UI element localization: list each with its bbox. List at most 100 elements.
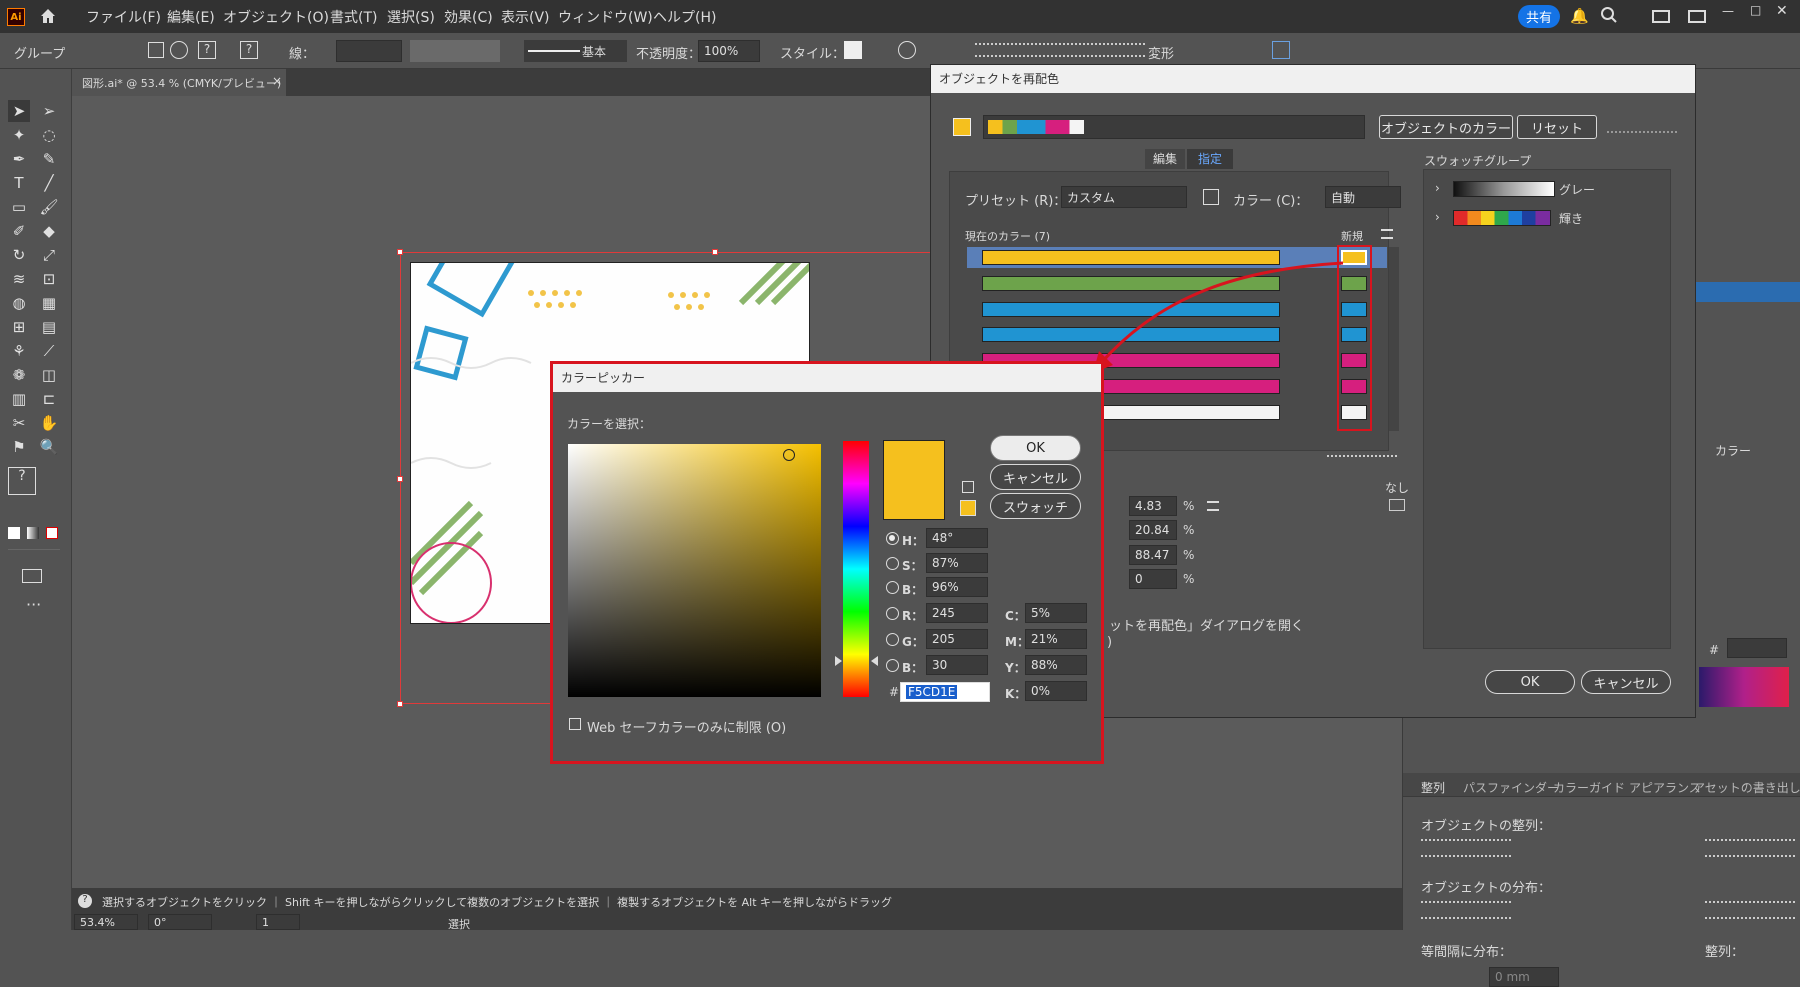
spacing-input[interactable]: 0 mm: [1489, 967, 1559, 987]
app-logo[interactable]: Ai: [7, 8, 25, 26]
menu-edit[interactable]: 編集(E): [167, 7, 215, 27]
menu-object[interactable]: オブジェクト(O): [223, 7, 329, 27]
color-list-menu-icon[interactable]: [1381, 229, 1393, 239]
radio-g[interactable]: [886, 633, 899, 646]
paintbrush-icon[interactable]: 🖌: [38, 196, 60, 218]
b-input[interactable]: 96%: [926, 577, 988, 597]
bell-icon[interactable]: 🔔: [1570, 7, 1589, 25]
s-input[interactable]: 87%: [926, 553, 988, 573]
zoom-level[interactable]: 53.4%: [74, 914, 138, 930]
hue-slider-handle-left[interactable]: [835, 656, 842, 666]
document-tab[interactable]: 図形.ai* @ 53.4 % (CMYK/プレビュー) ×: [72, 69, 286, 96]
magic-wand-icon[interactable]: ✦: [8, 124, 30, 146]
artboard-number[interactable]: 1: [256, 914, 300, 930]
transform-label[interactable]: 変形: [1148, 43, 1174, 62]
open-recolor-checkbox-label[interactable]: ットを再配色」ダイアログを開く: [1109, 615, 1304, 634]
picker-ok-button[interactable]: OK: [990, 435, 1081, 461]
tab-assign[interactable]: 指定: [1187, 149, 1233, 169]
selection-handle[interactable]: [397, 249, 403, 255]
tab-edit[interactable]: 編集: [1145, 149, 1185, 169]
radio-h[interactable]: [886, 532, 899, 545]
more-tools-icon[interactable]: ···: [26, 595, 41, 614]
direct-selection-tool-icon[interactable]: ➢: [38, 100, 60, 122]
tab-asset-export[interactable]: アセットの書き出し: [1693, 779, 1800, 796]
harmony-color-bar[interactable]: [983, 115, 1365, 139]
recolor-cancel-button[interactable]: キャンセル: [1581, 670, 1671, 694]
save-icons[interactable]: [1607, 121, 1677, 133]
color-panel-hex-input[interactable]: [1727, 638, 1787, 658]
blend-tool-icon[interactable]: ⚘: [8, 340, 30, 362]
scale-tool-icon[interactable]: ⤢: [38, 244, 60, 266]
selection-handle[interactable]: [712, 249, 718, 255]
align-icons[interactable]: [975, 43, 1145, 57]
stroke-swatch-icon[interactable]: ?: [240, 41, 258, 59]
puppet-warp-icon[interactable]: ⚑: [8, 436, 30, 458]
websafe-checkbox[interactable]: [569, 718, 581, 730]
stroke-weight-input[interactable]: [336, 40, 402, 62]
picker-cancel-button[interactable]: キャンセル: [990, 464, 1081, 490]
close-icon[interactable]: ✕: [1776, 3, 1788, 19]
gamut-swatch[interactable]: [960, 500, 976, 516]
reference-point-icon[interactable]: [170, 41, 188, 59]
opacity-input[interactable]: 100%: [698, 40, 760, 62]
graph-tool-icon[interactable]: ▥: [8, 388, 30, 410]
home-icon[interactable]: [38, 6, 58, 26]
layer-row-selected[interactable]: [1695, 282, 1800, 302]
align-object-buttons[interactable]: [1421, 839, 1511, 857]
tab-align[interactable]: 整列: [1421, 779, 1445, 796]
c-input[interactable]: 5%: [1025, 603, 1087, 623]
distribute-object-buttons[interactable]: [1421, 901, 1511, 919]
minimize-icon[interactable]: —: [1722, 4, 1734, 18]
distribute-object-buttons-right[interactable]: [1705, 901, 1795, 919]
radio-b[interactable]: [886, 581, 899, 594]
shape-builder-icon[interactable]: ◍: [8, 292, 30, 314]
color-mode-icons[interactable]: [8, 527, 60, 539]
arrange-icon[interactable]: [1688, 10, 1706, 23]
document-tab-close[interactable]: ×: [272, 74, 282, 88]
cmyk-k-input[interactable]: 0: [1129, 569, 1177, 589]
type-tool-icon[interactable]: T: [8, 172, 30, 194]
preset-dropdown[interactable]: カスタム: [1061, 186, 1187, 208]
draw-mode-icons[interactable]: [8, 549, 60, 563]
swatch-group-gray[interactable]: › グレー: [1427, 177, 1667, 201]
b2-input[interactable]: 30: [926, 655, 988, 675]
globe-icon[interactable]: [898, 41, 916, 59]
workspace-icon[interactable]: [1652, 10, 1670, 23]
r-input[interactable]: 245: [926, 603, 988, 623]
g-input[interactable]: 205: [926, 629, 988, 649]
radio-r[interactable]: [886, 607, 899, 620]
menu-file[interactable]: ファイル(F): [86, 7, 161, 27]
align-object-buttons-right[interactable]: [1705, 839, 1795, 857]
picker-swatches-button[interactable]: スウォッチ: [990, 493, 1081, 519]
k-input[interactable]: 0%: [1025, 681, 1087, 701]
colors-count-dropdown[interactable]: 自動: [1325, 186, 1401, 208]
help-icon[interactable]: ?: [78, 894, 92, 908]
color-mode-icon[interactable]: [1389, 499, 1405, 511]
recolor-icon[interactable]: [1272, 41, 1290, 59]
color-row-tools-icons[interactable]: [1327, 443, 1397, 457]
maximize-icon[interactable]: □: [1750, 3, 1761, 17]
selection-handle[interactable]: [397, 476, 403, 482]
menu-effect[interactable]: 効果(C): [444, 7, 493, 27]
lasso-icon[interactable]: ◌: [38, 124, 60, 146]
hue-slider[interactable]: [843, 441, 869, 697]
rotation-value[interactable]: 0°: [148, 914, 212, 930]
mesh-tool-icon[interactable]: ⊞: [8, 316, 30, 338]
width-tool-icon[interactable]: ≋: [8, 268, 30, 290]
menu-view[interactable]: 表示(V): [501, 7, 550, 27]
recolor-ok-button[interactable]: OK: [1485, 670, 1575, 694]
swatch-group-bright[interactable]: › 輝き: [1427, 206, 1667, 230]
hue-slider-handle-right[interactable]: [871, 656, 878, 666]
symbol-sprayer-icon[interactable]: ❁: [8, 364, 30, 386]
color-field-cursor[interactable]: [783, 449, 795, 461]
eraser-icon[interactable]: ◆: [38, 220, 60, 242]
tab-pathfinder[interactable]: パスファインダー: [1463, 779, 1559, 796]
color-spectrum[interactable]: [1699, 667, 1789, 707]
preset-options-icon[interactable]: [1203, 189, 1219, 205]
hand-tool-icon[interactable]: ✋: [38, 412, 60, 434]
cmyk-m-input[interactable]: 20.84: [1129, 520, 1177, 540]
cmyk-y-input[interactable]: 88.47: [1129, 545, 1177, 565]
object-colors-button[interactable]: オブジェクトのカラー: [1379, 115, 1513, 139]
screen-mode-icon[interactable]: [22, 569, 42, 583]
fill-swatch-icon[interactable]: ?: [198, 41, 216, 59]
